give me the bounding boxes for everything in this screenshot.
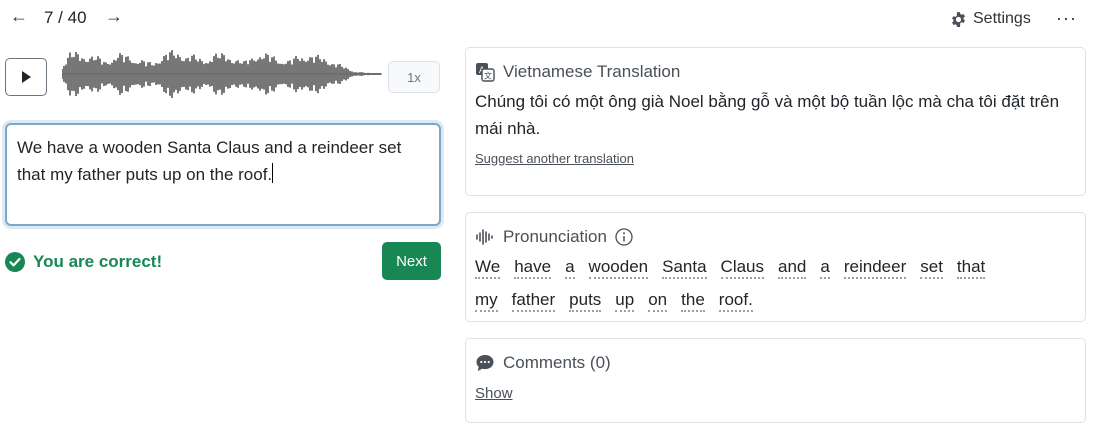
pronunciation-word[interactable]: my (475, 290, 498, 312)
pronunciation-word[interactable]: Claus (720, 257, 765, 279)
translation-text: Chúng tôi có một ông già Noel bằng gỗ và… (475, 92, 1060, 138)
pronunciation-word[interactable]: a (565, 257, 575, 279)
arrow-left-icon[interactable]: ← (10, 6, 28, 26)
more-horizontal-icon[interactable]: ··· (1056, 8, 1077, 29)
pronunciation-word[interactable]: roof. (718, 290, 753, 312)
check-circle-icon (5, 252, 25, 272)
settings-button[interactable]: Settings (950, 10, 1031, 28)
top-bar: ← 7 / 40 → Settings ··· (0, 0, 1100, 40)
playback-speed-button[interactable]: 1x (388, 61, 440, 93)
soundwave-icon (476, 229, 493, 245)
pronunciation-word[interactable]: on (648, 290, 668, 312)
play-icon (22, 71, 31, 83)
gear-icon (952, 11, 965, 27)
pronunciation-word[interactable]: that (956, 257, 986, 279)
translation-card: A 文 Vietnamese Translation Chúng tôi có … (465, 47, 1086, 196)
comments-title: Comments (0) (503, 353, 611, 372)
correct-feedback: You are correct! (5, 252, 162, 272)
suggest-translation-link[interactable]: Suggest another translation (475, 151, 634, 166)
pronunciation-words: We have a wooden Santa Claus and a reindeer set th… (475, 253, 1035, 319)
pronunciation-word[interactable]: have (514, 257, 552, 279)
pronunciation-word[interactable]: and (778, 257, 807, 279)
pronunciation-word[interactable]: wooden (588, 257, 649, 279)
pronunciation-word[interactable]: the (681, 290, 705, 312)
pronunciation-word[interactable]: reindeer (843, 257, 907, 279)
show-comments-link[interactable]: Show (475, 385, 513, 402)
correct-message: You are correct! (33, 252, 163, 271)
answer-text: We have a wooden Santa Claus and a reind… (17, 138, 402, 184)
comment-icon (476, 355, 494, 371)
audio-waveform[interactable] (62, 46, 382, 102)
pronunciation-word[interactable]: up (615, 290, 635, 312)
next-button[interactable]: Next (382, 242, 441, 280)
pronunciation-word[interactable]: Santa (662, 257, 707, 279)
info-icon[interactable] (615, 228, 633, 246)
svg-text:文: 文 (484, 71, 492, 81)
sentence-counter: 7 / 40 (44, 8, 87, 27)
arrow-right-icon[interactable]: → (105, 6, 123, 26)
pronunciation-title: Pronunciation (503, 227, 607, 246)
settings-label: Settings (973, 10, 1031, 27)
translation-title: Vietnamese Translation (503, 62, 681, 81)
text-caret (272, 163, 274, 183)
pronunciation-word[interactable]: puts (569, 290, 602, 312)
play-button[interactable] (5, 58, 47, 96)
comments-card: Comments (0) Show (465, 338, 1086, 423)
pronunciation-card: Pronunciation We have a wooden Santa Claus and… (465, 212, 1086, 322)
translate-icon: A 文 (476, 63, 495, 82)
pronunciation-word[interactable]: father (511, 290, 556, 312)
pronunciation-word[interactable]: set (920, 257, 943, 279)
pronunciation-word[interactable]: We (475, 257, 501, 279)
pronunciation-word[interactable]: a (820, 257, 830, 279)
answer-input[interactable]: We have a wooden Santa Claus and a reind… (5, 123, 441, 226)
